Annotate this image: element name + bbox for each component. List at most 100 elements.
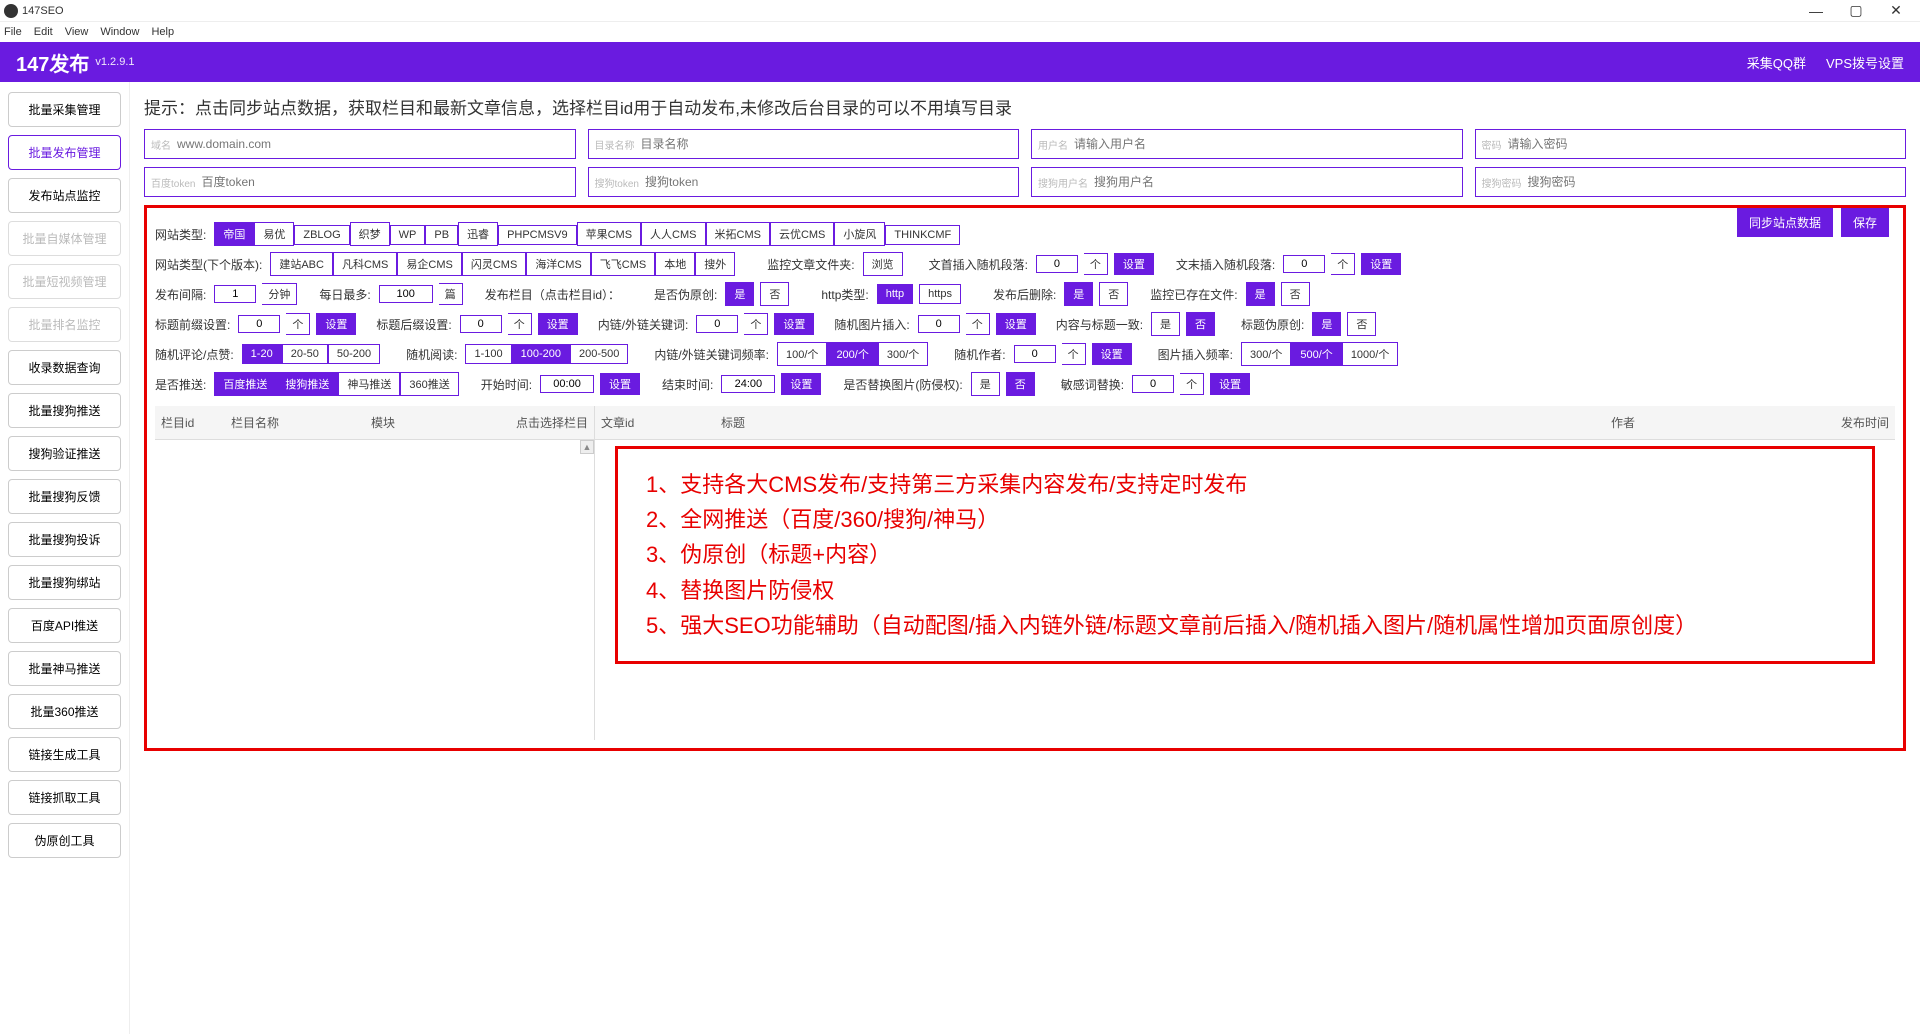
cms-tag-2[interactable]: ZBLOG xyxy=(294,225,349,245)
table-articles-body[interactable]: 1、支持各大CMS发布/支持第三方采集内容发布/支持定时发布 2、全网推送（百度… xyxy=(595,440,1895,740)
interval-input[interactable] xyxy=(214,285,256,303)
rand-author-set[interactable]: 设置 xyxy=(1092,343,1132,365)
sidebar-item-12[interactable]: 百度API推送 xyxy=(8,608,121,643)
title-suf-input[interactable] xyxy=(460,315,502,333)
mon-exist-yes[interactable]: 是 xyxy=(1246,282,1275,306)
pass-field[interactable] xyxy=(1508,137,1900,151)
rand-read-opt-0[interactable]: 1-100 xyxy=(465,344,511,364)
sidebar-item-17[interactable]: 伪原创工具 xyxy=(8,823,121,858)
sens-word-input[interactable] xyxy=(1132,375,1174,393)
sidebar-item-10[interactable]: 批量搜狗投诉 xyxy=(8,522,121,557)
input-sgpass[interactable]: 搜狗密码 xyxy=(1475,167,1907,197)
fake-orig-no[interactable]: 否 xyxy=(760,282,789,306)
rand-img-input[interactable] xyxy=(918,315,960,333)
mon-exist-no[interactable]: 否 xyxy=(1281,282,1310,306)
title-suf-set[interactable]: 设置 xyxy=(538,313,578,335)
kw-link-input[interactable] xyxy=(696,315,738,333)
img-freq-opt-2[interactable]: 1000/个 xyxy=(1342,342,1399,366)
img-freq-opt-0[interactable]: 300/个 xyxy=(1241,342,1291,366)
cms-tag-9[interactable]: 人人CMS xyxy=(641,222,705,246)
sidebar-item-0[interactable]: 批量采集管理 xyxy=(8,92,121,127)
rand-read-opt-2[interactable]: 200-500 xyxy=(570,344,628,364)
push-opt-2[interactable]: 神马推送 xyxy=(338,372,400,396)
sguser-field[interactable] xyxy=(1094,175,1456,189)
rand-author-input[interactable] xyxy=(1014,345,1056,363)
cms-next-tag-2[interactable]: 易企CMS xyxy=(397,252,461,276)
rand-comment-opt-0[interactable]: 1-20 xyxy=(242,344,282,364)
sidebar-item-2[interactable]: 发布站点监控 xyxy=(8,178,121,213)
suffix-para-input[interactable] xyxy=(1283,255,1325,273)
suffix-para-set[interactable]: 设置 xyxy=(1361,253,1401,275)
cms-next-tag-5[interactable]: 飞飞CMS xyxy=(591,252,655,276)
kw-link-set[interactable]: 设置 xyxy=(774,313,814,335)
start-time-set[interactable]: 设置 xyxy=(600,373,640,395)
sidebar-item-13[interactable]: 批量神马推送 xyxy=(8,651,121,686)
sens-word-set[interactable]: 设置 xyxy=(1210,373,1250,395)
del-after-yes[interactable]: 是 xyxy=(1064,282,1093,306)
browse-button[interactable]: 浏览 xyxy=(863,252,903,276)
cms-tag-4[interactable]: WP xyxy=(390,225,426,245)
maximize-button[interactable]: ▢ xyxy=(1836,2,1876,19)
kw-freq-opt-0[interactable]: 100/个 xyxy=(777,342,827,366)
cms-next-tag-3[interactable]: 闪灵CMS xyxy=(462,252,526,276)
cms-tag-6[interactable]: 迅睿 xyxy=(458,222,498,246)
save-button[interactable]: 保存 xyxy=(1841,208,1889,237)
sidebar-item-7[interactable]: 批量搜狗推送 xyxy=(8,393,121,428)
sidebar-item-11[interactable]: 批量搜狗绑站 xyxy=(8,565,121,600)
table-columns-body[interactable]: ▲ xyxy=(155,440,594,740)
menu-window[interactable]: Window xyxy=(100,26,139,38)
end-time-input[interactable] xyxy=(721,375,775,393)
sidebar-item-1[interactable]: 批量发布管理 xyxy=(8,135,121,170)
cms-tag-7[interactable]: PHPCMSV9 xyxy=(498,225,577,245)
input-bdtoken[interactable]: 百度token xyxy=(144,167,576,197)
push-opt-3[interactable]: 360推送 xyxy=(400,372,458,396)
prefix-para-input[interactable] xyxy=(1036,255,1078,273)
rand-read-opt-1[interactable]: 100-200 xyxy=(512,344,570,364)
cms-next-tag-6[interactable]: 本地 xyxy=(655,252,695,276)
input-sguser[interactable]: 搜狗用户名 xyxy=(1031,167,1463,197)
http-option[interactable]: http xyxy=(877,284,913,304)
cms-tag-3[interactable]: 织梦 xyxy=(350,222,390,246)
cms-tag-13[interactable]: THINKCMF xyxy=(885,225,960,245)
cms-next-tag-7[interactable]: 搜外 xyxy=(695,252,735,276)
img-freq-opt-1[interactable]: 500/个 xyxy=(1291,342,1341,366)
header-link-vps[interactable]: VPS拨号设置 xyxy=(1826,53,1904,72)
prefix-para-set[interactable]: 设置 xyxy=(1114,253,1154,275)
menu-file[interactable]: File xyxy=(4,26,22,38)
menu-view[interactable]: View xyxy=(65,26,89,38)
user-field[interactable] xyxy=(1074,137,1456,151)
sgpass-field[interactable] xyxy=(1528,175,1900,189)
perday-input[interactable] xyxy=(379,285,433,303)
input-domain[interactable]: 域名 xyxy=(144,129,576,159)
close-button[interactable]: ✕ xyxy=(1876,2,1916,19)
consist-no[interactable]: 否 xyxy=(1186,312,1215,336)
sidebar-item-6[interactable]: 收录数据查询 xyxy=(8,350,121,385)
domain-field[interactable] xyxy=(177,137,569,151)
title-fake-no[interactable]: 否 xyxy=(1347,312,1376,336)
sidebar-item-8[interactable]: 搜狗验证推送 xyxy=(8,436,121,471)
end-time-set[interactable]: 设置 xyxy=(781,373,821,395)
cms-tag-5[interactable]: PB xyxy=(425,225,458,245)
push-opt-0[interactable]: 百度推送 xyxy=(214,372,276,396)
header-link-qq[interactable]: 采集QQ群 xyxy=(1747,53,1806,72)
replace-img-no[interactable]: 否 xyxy=(1006,372,1035,396)
cms-next-tag-0[interactable]: 建站ABC xyxy=(270,252,333,276)
bdtoken-field[interactable] xyxy=(201,175,568,189)
sgtoken-field[interactable] xyxy=(645,175,1012,189)
kw-freq-opt-2[interactable]: 300/个 xyxy=(878,342,928,366)
start-time-input[interactable] xyxy=(540,375,594,393)
cms-tag-11[interactable]: 云优CMS xyxy=(770,222,834,246)
title-pre-set[interactable]: 设置 xyxy=(316,313,356,335)
scroll-up-icon[interactable]: ▲ xyxy=(580,440,594,454)
input-user[interactable]: 用户名 xyxy=(1031,129,1463,159)
consist-yes[interactable]: 是 xyxy=(1151,312,1180,336)
kw-freq-opt-1[interactable]: 200/个 xyxy=(827,342,877,366)
input-dir[interactable]: 目录名称 xyxy=(588,129,1020,159)
rand-img-set[interactable]: 设置 xyxy=(996,313,1036,335)
sidebar-item-15[interactable]: 链接生成工具 xyxy=(8,737,121,772)
sidebar-item-14[interactable]: 批量360推送 xyxy=(8,694,121,729)
dir-field[interactable] xyxy=(641,137,1013,151)
sidebar-item-9[interactable]: 批量搜狗反馈 xyxy=(8,479,121,514)
cms-tag-10[interactable]: 米拓CMS xyxy=(706,222,770,246)
del-after-no[interactable]: 否 xyxy=(1099,282,1128,306)
